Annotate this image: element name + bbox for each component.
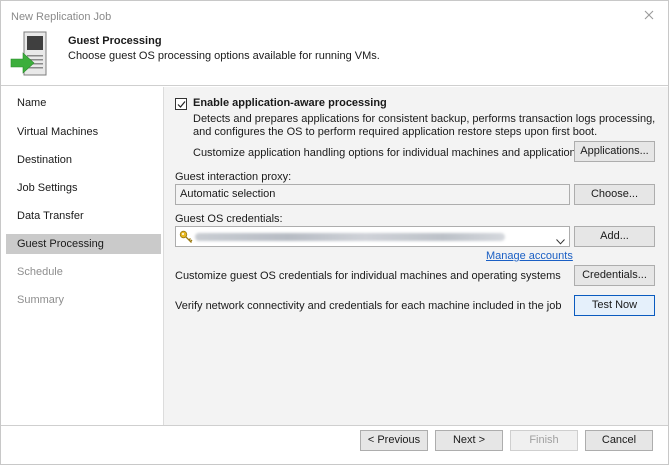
checkmark-icon [177,101,186,108]
proxy-label: Guest interaction proxy: [175,171,292,183]
credentials-button[interactable]: Credentials... [574,265,655,286]
close-icon[interactable] [642,8,656,22]
manage-accounts-link[interactable]: Manage accounts [486,250,573,262]
previous-button[interactable]: < Previous [360,430,428,451]
cancel-button[interactable]: Cancel [585,430,653,451]
title-bar: New Replication Job [1,1,668,29]
guest-processing-panel: Enable application-aware processing Dete… [163,87,668,425]
sidebar-item-guest-processing[interactable]: Guest Processing [6,234,161,254]
applications-button[interactable]: Applications... [574,141,655,162]
new-replication-job-window: New Replication Job Guest Processing Cho… [0,0,669,465]
credentials-value-redacted [195,233,505,241]
sidebar-item-destination[interactable]: Destination [6,150,161,170]
customize-apps-text: Customize application handling options f… [193,147,582,159]
page-subtitle: Choose guest OS processing options avail… [68,50,380,62]
sidebar-item-virtual-machines[interactable]: Virtual Machines [6,122,161,142]
sidebar-item-job-settings[interactable]: Job Settings [6,178,161,198]
app-aware-checkbox[interactable] [175,98,187,110]
app-aware-description: Detects and prepares applications for co… [193,113,656,138]
credentials-label: Guest OS credentials: [175,213,283,225]
sidebar-item-summary[interactable]: Summary [6,290,161,310]
next-button[interactable]: Next > [435,430,503,451]
finish-button[interactable]: Finish [510,430,578,451]
credentials-dropdown[interactable] [175,226,570,247]
server-with-green-arrow-icon [10,31,50,77]
window-title: New Replication Job [11,11,112,23]
key-icon [179,230,193,251]
proxy-field: Automatic selection [175,184,570,205]
page-title: Guest Processing [68,35,162,47]
verify-text: Verify network connectivity and credenti… [175,300,562,312]
sidebar-item-schedule[interactable]: Schedule [6,262,161,282]
test-now-button[interactable]: Test Now [574,295,655,316]
app-aware-label[interactable]: Enable application-aware processing [193,97,387,109]
add-credentials-button[interactable]: Add... [574,226,655,247]
choose-proxy-button[interactable]: Choose... [574,184,655,205]
customize-credentials-text: Customize guest OS credentials for indiv… [175,270,561,282]
wizard-footer: < Previous Next > Finish Cancel [1,425,668,464]
wizard-steps-sidebar: Name Virtual Machines Destination Job Se… [1,87,163,425]
sidebar-item-name[interactable]: Name [6,93,161,113]
wizard-header: Guest Processing Choose guest OS process… [1,29,668,86]
sidebar-item-data-transfer[interactable]: Data Transfer [6,206,161,226]
